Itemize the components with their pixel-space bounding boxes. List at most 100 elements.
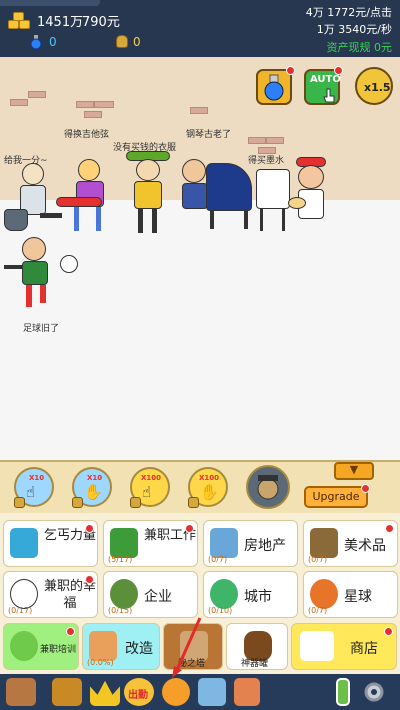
boost-label: X10: [29, 474, 45, 482]
category-training[interactable]: 兼职培训: [3, 623, 79, 670]
category-count: (0/7): [308, 555, 328, 564]
shop-button[interactable]: 商店: [291, 623, 397, 670]
boost-x100-tap-button[interactable]: X100 ☝: [130, 467, 170, 508]
top-trim: [0, 0, 100, 6]
pianist-character[interactable]: [176, 153, 256, 233]
notification-dot: [66, 627, 75, 636]
manager-portrait-button[interactable]: [246, 465, 290, 509]
building-icon: [210, 528, 238, 558]
boost-label: X10: [87, 474, 103, 482]
thumbs-up-icon: ✋: [84, 483, 103, 501]
cards-icon[interactable]: [234, 678, 260, 706]
boost-x10-tap-button[interactable]: X10 ☝: [14, 467, 54, 508]
caption-piano: 钢琴古老了: [186, 130, 232, 140]
caption-guitar: 得换吉他弦: [64, 130, 110, 140]
category-count: (0/7): [208, 555, 228, 564]
gold-coins-icon: [7, 8, 33, 32]
money-total: 1451万: [37, 15, 84, 30]
category-enterprise[interactable]: 企业 (0/15): [103, 571, 198, 618]
category-label: 房地产: [244, 538, 286, 554]
category-count: (0/7): [308, 606, 328, 615]
sale-badge-text: 出勤: [128, 690, 148, 701]
category-label: 神器罐: [241, 659, 269, 669]
house-icon: [89, 631, 117, 661]
boost-x100-thumb-button[interactable]: X100 ✋: [188, 467, 228, 508]
category-count: (0/15): [108, 606, 133, 615]
painter-character[interactable]: [252, 153, 336, 237]
book-icon[interactable]: [6, 678, 36, 706]
category-beggar-power[interactable]: 乞丐力量: [3, 520, 98, 567]
category-count: (5/17): [108, 555, 133, 564]
tap-hand-icon: ☝: [142, 483, 152, 501]
hat-man-character[interactable]: [120, 147, 180, 235]
category-label: 改造: [125, 641, 153, 657]
parttime-worker-icon: [110, 528, 138, 558]
speed-label: x1.5: [364, 81, 391, 94]
gear-icon-svg: [364, 682, 384, 702]
notification-dot: [385, 524, 394, 533]
crown-icon[interactable]: [90, 680, 120, 706]
guitarist-character[interactable]: [52, 157, 124, 239]
shop-cart-icon: [300, 631, 334, 661]
category-real-estate[interactable]: 房地产 (0/7): [203, 520, 298, 567]
category-label: 城市: [244, 589, 272, 605]
category-count: (0.0%): [87, 658, 114, 667]
category-parttime-work[interactable]: 兼职工作 (5/17): [103, 520, 198, 567]
manager-face-icon: [257, 475, 279, 500]
upgrade-button[interactable]: Upgrade: [304, 486, 368, 508]
alien-icon: [10, 631, 38, 661]
beggar-bowl-icon: [10, 528, 38, 558]
money-cash: 790元: [82, 15, 120, 30]
battery-icon[interactable]: [336, 678, 350, 706]
potion-button[interactable]: [256, 66, 295, 105]
category-parttime-happiness[interactable]: 兼职的幸福 (0/17): [3, 571, 98, 618]
notification-dot: [85, 575, 94, 584]
palette-icon: [288, 197, 306, 209]
category-city[interactable]: 城市 (0/10): [203, 571, 298, 618]
tap-hand-icon: ☝: [26, 483, 36, 501]
soccer-kid-character[interactable]: [2, 233, 84, 313]
piano-icon: [206, 163, 252, 211]
bowl-icon: [4, 209, 28, 231]
auto-button[interactable]: AUTO: [304, 66, 343, 105]
notification-dot: [361, 484, 370, 493]
guitar-icon: [56, 197, 102, 207]
game-scene[interactable]: AUTO x1.5 得换吉他弦 没有买钱的衣服 钢琴古老了 得买墨水 给我一分~…: [0, 57, 400, 460]
category-label: 美术品: [344, 538, 386, 554]
collapse-button[interactable]: ▼: [334, 462, 374, 480]
medal-icon[interactable]: [162, 678, 190, 706]
easel-icon: [256, 169, 290, 209]
top-status-bar: 1451万 790元 0 0 4万 1772元/点击 1万 3540元/秒 资产…: [0, 0, 400, 57]
soccer-ball-icon: [60, 255, 78, 273]
category-artwork[interactable]: 美术品 (0/7): [303, 520, 398, 567]
boost-x10-thumb-button[interactable]: X10 ✋: [72, 467, 112, 508]
category-label: 星球: [344, 589, 372, 605]
boost-label: X100: [141, 474, 162, 482]
bag-count: 0: [133, 35, 141, 49]
category-renovate[interactable]: 改造 (0.0%): [82, 623, 160, 670]
category-artifact-jar[interactable]: 神器罐: [226, 623, 288, 670]
sale-badge-icon[interactable]: 出勤: [124, 678, 154, 706]
thumbs-up-icon: ✋: [200, 483, 219, 501]
category-label: 兼职培训: [40, 645, 77, 655]
treasure-chest-icon[interactable]: [52, 678, 82, 706]
potion-icon: [30, 35, 42, 49]
lock-icon: [130, 497, 141, 508]
caption-soccer: 足球旧了: [23, 324, 60, 334]
rate-per-click: 4万 1772元/点击: [305, 6, 392, 19]
planet-icon: [310, 579, 338, 609]
tap-hand-icon: [323, 88, 335, 103]
notification-dot: [384, 627, 393, 636]
winged-chest-icon[interactable]: [198, 678, 226, 706]
notification-dot: [185, 524, 194, 533]
boost-label: X100: [199, 474, 220, 482]
money-bag-icon: [116, 35, 128, 48]
asset-cash: 资产现规 0元: [326, 41, 393, 54]
lock-icon: [14, 497, 25, 508]
gear-icon[interactable]: [360, 678, 388, 706]
category-planet[interactable]: 星球 (0/7): [303, 571, 398, 618]
speed-button[interactable]: x1.5: [355, 67, 393, 105]
category-count: (0/17): [8, 606, 33, 615]
lock-icon: [188, 497, 199, 508]
category-count: (0/10): [208, 606, 233, 615]
